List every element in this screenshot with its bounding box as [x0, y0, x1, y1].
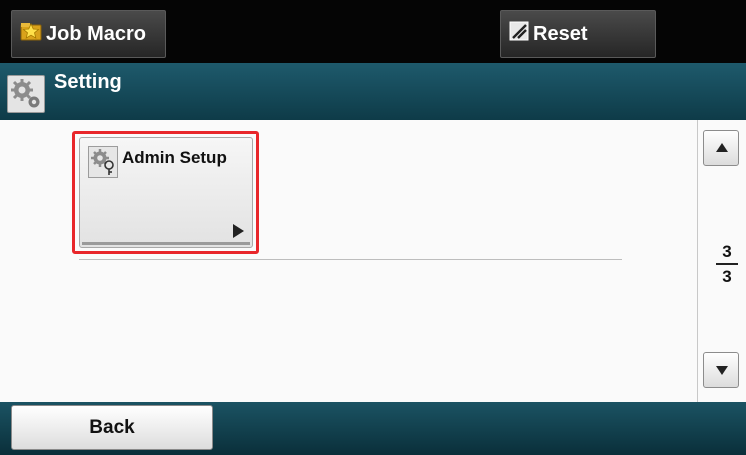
reset-icon: [509, 21, 529, 47]
scroll-up-button[interactable]: [703, 130, 739, 166]
top-bar: Job Macro Reset: [0, 0, 746, 63]
page-current: 3: [722, 242, 732, 261]
admin-setup-button[interactable]: Admin Setup: [79, 137, 253, 248]
page-title: Setting: [54, 71, 122, 93]
back-button[interactable]: Back: [11, 405, 213, 450]
arrow-up-icon: [716, 143, 728, 152]
admin-gear-key-icon: [88, 146, 118, 178]
button-bottom-bar: [82, 242, 250, 245]
page-fraction-line: [716, 263, 738, 265]
page-total: 3: [722, 267, 732, 286]
reset-button[interactable]: Reset: [500, 10, 656, 58]
job-macro-button[interactable]: Job Macro: [11, 10, 166, 58]
job-macro-label: Job Macro: [46, 22, 147, 45]
list-divider: [79, 259, 622, 260]
gears-icon: [7, 75, 45, 113]
back-label: Back: [89, 416, 135, 438]
scroll-down-button[interactable]: [703, 352, 739, 388]
reset-label: Reset: [533, 22, 588, 45]
page-indicator: 3 3: [712, 242, 742, 286]
panel-screen: Job Macro Reset Setting Admin Setup 3 3 …: [0, 0, 746, 455]
admin-setup-label: Admin Setup: [122, 148, 227, 167]
arrow-down-icon: [716, 366, 728, 375]
star-folder-icon: [20, 20, 42, 48]
screen-header: Setting: [0, 63, 746, 120]
play-arrow-icon: [233, 224, 244, 238]
